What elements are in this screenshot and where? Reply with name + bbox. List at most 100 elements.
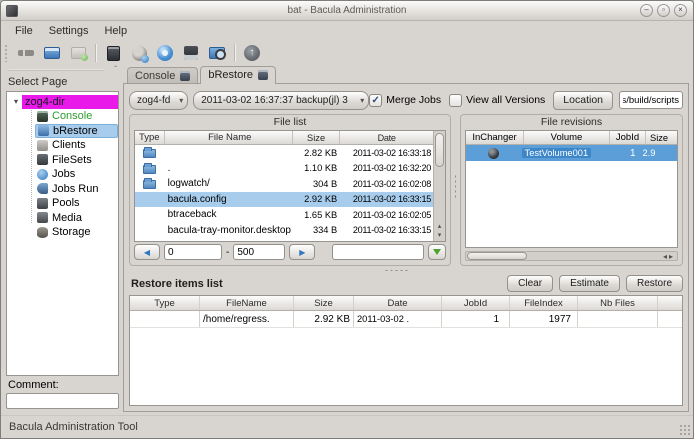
dock-handle[interactable]: ˆ xyxy=(6,65,119,74)
tabbar: Console bRestore xyxy=(123,65,689,84)
client-combo[interactable]: zog4-fd ▾ xyxy=(129,91,188,110)
estimate-icon[interactable] xyxy=(129,43,149,63)
jobs-icon xyxy=(37,169,48,180)
inchanger-icon xyxy=(488,148,499,159)
label-icon[interactable] xyxy=(103,43,123,63)
prev-page-button[interactable]: ◀ xyxy=(134,244,160,260)
sidebar-item-clients[interactable]: Clients xyxy=(7,138,118,153)
next-page-button[interactable]: ▶ xyxy=(289,244,315,260)
page-selector-dock: ˆ Select Page ▾ zog4-dir Console bRestor… xyxy=(4,65,121,412)
tab-page-icon[interactable] xyxy=(180,71,190,81)
sidebar-item-jobs[interactable]: Jobs xyxy=(7,167,118,182)
location-button[interactable]: Location xyxy=(553,91,613,110)
merge-jobs-checkbox[interactable]: ✓ Merge Jobs xyxy=(369,94,441,107)
comment-input[interactable] xyxy=(6,393,119,409)
pools-icon xyxy=(37,198,48,209)
restore-item-row[interactable]: /home/regress. 2.92 KB 2011-03-02 . 1 19… xyxy=(130,311,682,328)
scroll-right-icon[interactable]: ▸ xyxy=(669,252,675,261)
tab-brestore[interactable]: bRestore xyxy=(200,66,276,84)
checkbox-unchecked-icon[interactable] xyxy=(449,94,462,107)
menu-help[interactable]: Help xyxy=(96,23,135,39)
tab-page-icon[interactable] xyxy=(258,70,268,80)
print-icon[interactable] xyxy=(68,43,88,63)
sidebar-item-console[interactable]: Console xyxy=(7,109,118,124)
titlebar: bat - Bacula Administration – ▫ × xyxy=(1,1,693,21)
restore-upload-icon[interactable]: ↑ xyxy=(242,43,262,63)
dock-collapse-icon[interactable]: ˆ xyxy=(114,65,117,74)
folder-icon xyxy=(143,165,156,174)
jobid-cell: 1 xyxy=(604,148,639,159)
filter-icon xyxy=(433,249,441,255)
restore-table-header: Type FileName Size Date JobId FileIndex … xyxy=(130,296,682,311)
file-table: Type File Name Size Date 2.82 KB 2011-03… xyxy=(134,130,446,242)
filter-input[interactable] xyxy=(332,244,424,260)
controls-row: zog4-fd ▾ 2011-03-02 16:37:37 backup(jl)… xyxy=(129,90,683,110)
file-table-header: Type File Name Size Date xyxy=(135,131,433,145)
chevron-down-icon: ▾ xyxy=(360,96,364,105)
menu-settings[interactable]: Settings xyxy=(41,23,97,39)
file-row[interactable]: bacula-tray-monitor.desktop 334 B 2011-0… xyxy=(135,223,433,239)
scrollbar-thumb[interactable] xyxy=(467,252,527,260)
sidebar-item-brestore[interactable]: bRestore xyxy=(7,124,118,139)
restore-items-table: Type FileName Size Date JobId FileIndex … xyxy=(129,295,683,406)
file-revisions-group: File revisions InChanger Volume JobId Si… xyxy=(460,114,683,266)
revisions-hscrollbar[interactable]: ◂▸ xyxy=(465,251,678,261)
location-input[interactable] xyxy=(619,91,683,109)
revision-row-selected[interactable]: TestVolume001 1 2.9 xyxy=(466,145,677,161)
file-row[interactable]: btraceback 1.65 KB 2011-03-02 16:02:05 xyxy=(135,207,433,223)
apply-filter-button[interactable] xyxy=(428,244,446,260)
media-icon xyxy=(37,212,48,223)
resize-grip[interactable] xyxy=(679,424,691,436)
chevron-down-icon: ▾ xyxy=(179,96,183,105)
restore-items-title: Restore items list xyxy=(131,278,223,290)
clear-button[interactable]: Clear xyxy=(507,275,553,292)
toolbar-separator xyxy=(95,44,96,62)
restore-items-header: Restore items list Clear Estimate Restor… xyxy=(131,274,683,293)
file-row[interactable]: 2.82 KB 2011-03-02 16:33:18 xyxy=(135,145,433,161)
sidebar-item-media[interactable]: Media xyxy=(7,211,118,226)
file-row[interactable]: logwatch/ 304 B 2011-03-02 16:02:08 xyxy=(135,176,433,192)
connect-icon[interactable] xyxy=(16,43,36,63)
size-cell: 2.9 xyxy=(639,148,677,158)
checkbox-checked-icon[interactable]: ✓ xyxy=(369,94,382,107)
scroll-down-icon[interactable]: ▾ xyxy=(438,231,442,239)
sidebar-item-pools[interactable]: Pools xyxy=(7,196,118,211)
file-revisions-title: File revisions xyxy=(461,116,682,128)
director-label[interactable]: zog4-dir xyxy=(22,95,118,109)
job-combo[interactable]: 2011-03-02 16:37:37 backup(jl) 3 ▾ xyxy=(193,91,369,110)
filesets-icon xyxy=(37,154,48,165)
window-title: bat - Bacula Administration xyxy=(1,5,693,16)
sidebar-item-storage[interactable]: Storage xyxy=(7,225,118,240)
pager-row: ◀ - ▶ xyxy=(134,243,446,261)
offset-input[interactable] xyxy=(164,244,222,260)
scroll-up-icon[interactable]: ▴ xyxy=(438,222,442,230)
file-row-selected[interactable]: bacula.config 2.92 KB 2011-03-02 16:33:1… xyxy=(135,192,433,208)
sidebar-item-filesets[interactable]: FileSets xyxy=(7,153,118,168)
sidebar-item-jobs-run[interactable]: Jobs Run xyxy=(7,182,118,197)
comment-label: Comment: xyxy=(4,376,121,393)
view-all-versions-checkbox[interactable]: View all Versions xyxy=(449,94,545,107)
estimate-button[interactable]: Estimate xyxy=(559,275,620,292)
file-row[interactable]: . 1.10 KB 2011-03-02 16:32:20 xyxy=(135,161,433,177)
revisions-table: InChanger Volume JobId Size TestVolume00… xyxy=(465,130,678,248)
scrollbar-thumb[interactable] xyxy=(435,133,444,167)
menu-file[interactable]: File xyxy=(7,23,41,39)
clients-icon xyxy=(37,140,48,151)
limit-input[interactable] xyxy=(233,244,285,260)
vertical-splitter[interactable] xyxy=(451,114,460,266)
tab-console[interactable]: Console xyxy=(127,67,198,84)
file-table-vscrollbar[interactable]: ▴ ▾ xyxy=(433,131,445,241)
restore-button[interactable]: Restore xyxy=(626,275,683,292)
horizontal-splitter[interactable] xyxy=(129,266,683,274)
console-icon xyxy=(37,111,48,122)
jobs-run-icon xyxy=(37,183,48,194)
browse-icon[interactable] xyxy=(207,43,227,63)
tree-root-director[interactable]: ▾ zog4-dir xyxy=(7,94,118,109)
run-job-icon[interactable] xyxy=(155,43,175,63)
folder-icon xyxy=(143,149,156,158)
volume-cell: TestVolume001 xyxy=(522,148,592,158)
toolbar-handle[interactable] xyxy=(4,44,8,62)
console-toolbar-icon[interactable] xyxy=(42,43,62,63)
expander-icon[interactable]: ▾ xyxy=(10,97,22,106)
backup-icon[interactable] xyxy=(181,43,201,63)
